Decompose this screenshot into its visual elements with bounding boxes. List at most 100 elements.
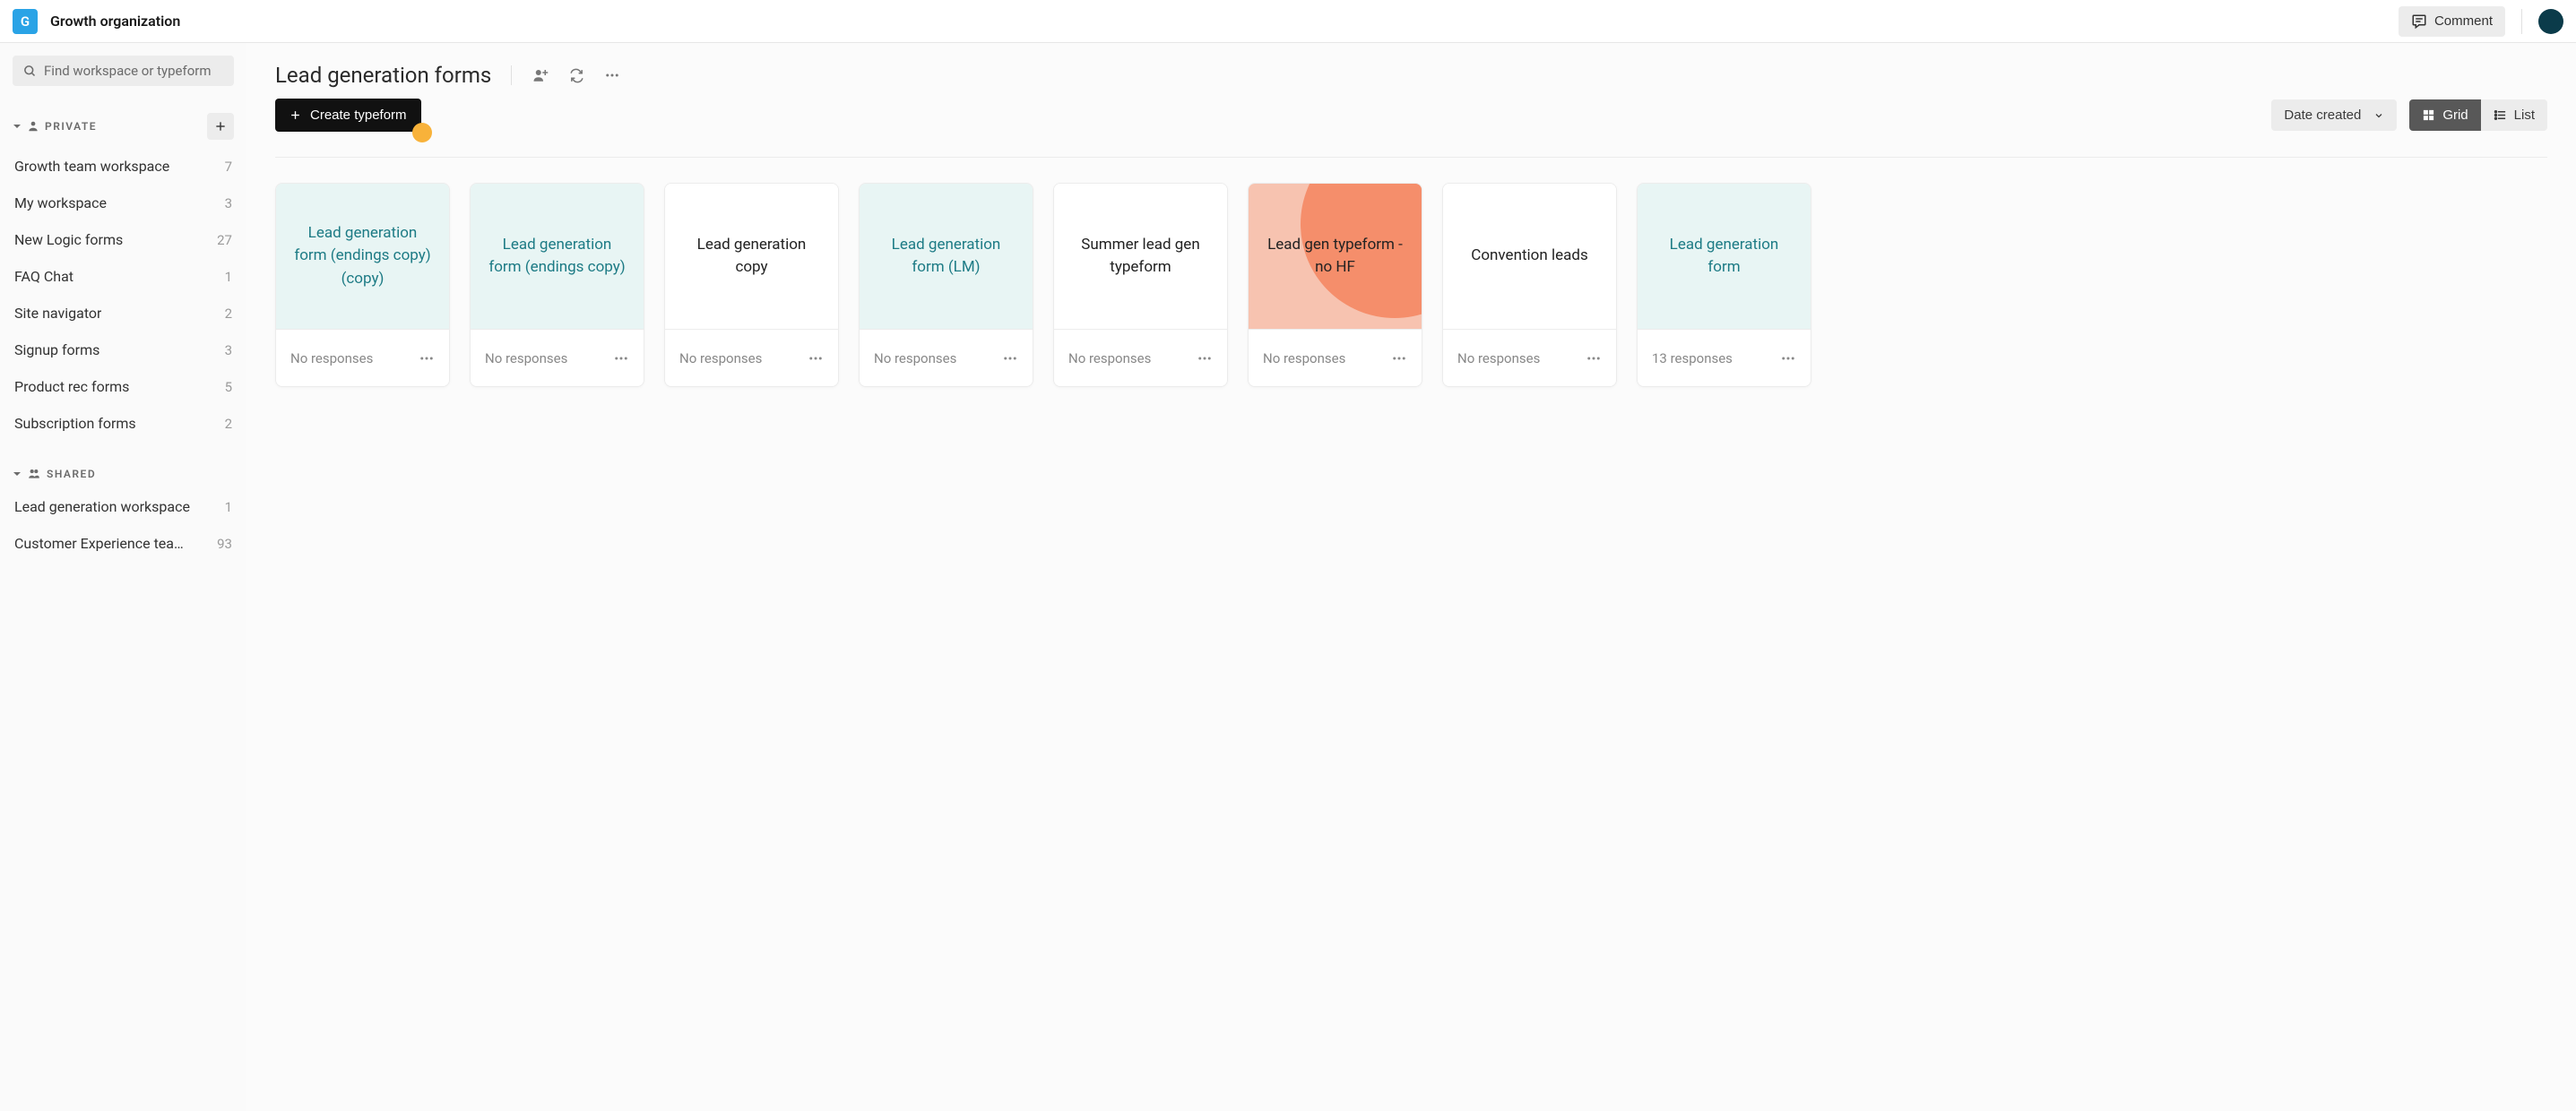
card-footer: No responses bbox=[860, 329, 1033, 386]
list-icon bbox=[2494, 108, 2507, 122]
card-preview: Lead generation form (endings copy) bbox=[471, 184, 644, 329]
sidebar-item-label: Growth team workspace bbox=[14, 158, 169, 175]
card-title: Lead gen typeform - no HF bbox=[1263, 234, 1407, 280]
people-icon bbox=[27, 468, 41, 480]
sidebar-section-label: Private bbox=[45, 120, 97, 133]
list-label: List bbox=[2514, 108, 2535, 123]
shared-workspace-list: Lead generation workspace 1 Customer Exper… bbox=[13, 489, 234, 561]
comment-icon bbox=[2411, 13, 2427, 30]
org-badge[interactable]: G bbox=[13, 9, 38, 34]
create-typeform-label: Create typeform bbox=[310, 108, 407, 123]
sidebar-item[interactable]: New Logic forms 27 bbox=[13, 222, 234, 257]
sidebar-item-label: My workspace bbox=[14, 194, 107, 211]
card-preview: Convention leads bbox=[1443, 184, 1616, 329]
card-title: Lead generation copy bbox=[679, 234, 824, 280]
sidebar-section-shared[interactable]: Shared bbox=[13, 468, 234, 480]
chevron-down-icon bbox=[2373, 110, 2384, 121]
card-menu-button[interactable] bbox=[1391, 350, 1407, 366]
person-icon bbox=[27, 120, 39, 133]
form-card[interactable]: Summer lead gen typeform No responses bbox=[1053, 183, 1228, 387]
plus-icon bbox=[214, 120, 227, 133]
sidebar-item[interactable]: Signup forms3 bbox=[13, 332, 234, 367]
sidebar-item[interactable]: Growth team workspace 7 bbox=[13, 149, 234, 184]
pulse-indicator bbox=[412, 123, 432, 142]
sidebar-item-label: Product rec forms bbox=[14, 378, 129, 395]
card-preview: Lead gen typeform - no HF bbox=[1249, 184, 1422, 329]
form-card[interactable]: Lead generation form (LM) No responses bbox=[859, 183, 1033, 387]
sidebar-item[interactable]: My workspace 3 bbox=[13, 185, 234, 220]
card-menu-button[interactable] bbox=[613, 350, 629, 366]
sidebar-item[interactable]: Site navigator2 bbox=[13, 296, 234, 331]
sidebar-item-count: 3 bbox=[225, 195, 232, 211]
divider bbox=[511, 65, 512, 85]
sidebar-item-count: 27 bbox=[217, 232, 232, 248]
comment-label: Comment bbox=[2434, 13, 2493, 29]
sidebar-item[interactable]: Customer Experience team …93 bbox=[13, 526, 234, 561]
sort-dropdown[interactable]: Date created bbox=[2271, 99, 2397, 131]
sidebar-item-count: 3 bbox=[225, 342, 232, 358]
card-preview: Lead generation form (endings copy) (cop… bbox=[276, 184, 449, 329]
sidebar-item-label: Site navigator bbox=[14, 305, 101, 322]
card-preview: Lead generation form bbox=[1638, 184, 1811, 329]
form-card[interactable]: Lead gen typeform - no HF No responses bbox=[1248, 183, 1422, 387]
sidebar-item-count: 1 bbox=[225, 499, 232, 515]
card-preview: Lead generation copy bbox=[665, 184, 838, 329]
card-menu-button[interactable] bbox=[419, 350, 435, 366]
create-typeform-button[interactable]: Create typeform bbox=[275, 99, 421, 132]
search-input[interactable]: Find workspace or typeform bbox=[13, 56, 234, 86]
card-responses: No responses bbox=[874, 350, 956, 366]
card-preview: Lead generation form (LM) bbox=[860, 184, 1033, 329]
refresh-icon[interactable] bbox=[569, 68, 584, 83]
form-card[interactable]: Lead generation form (endings copy) (cop… bbox=[275, 183, 450, 387]
card-title: Summer lead gen typeform bbox=[1068, 234, 1213, 280]
share-icon[interactable] bbox=[532, 67, 549, 83]
card-responses: 13 responses bbox=[1652, 350, 1733, 366]
more-icon[interactable] bbox=[604, 67, 620, 83]
card-responses: No responses bbox=[1457, 350, 1540, 366]
sidebar-item-label: Customer Experience team … bbox=[14, 535, 194, 552]
comment-button[interactable]: Comment bbox=[2399, 6, 2505, 37]
card-menu-button[interactable] bbox=[1780, 350, 1796, 366]
sidebar-item[interactable]: Lead generation workspace 1 bbox=[13, 489, 234, 524]
sidebar-item[interactable]: Product rec forms5 bbox=[13, 369, 234, 404]
card-menu-button[interactable] bbox=[1197, 350, 1213, 366]
sidebar-section-private[interactable]: Private bbox=[13, 113, 234, 140]
form-card[interactable]: Lead generation copy No responses bbox=[664, 183, 839, 387]
add-workspace-button[interactable] bbox=[207, 113, 234, 140]
sidebar-item-count: 2 bbox=[225, 416, 232, 432]
card-title: Lead generation form (LM) bbox=[874, 234, 1018, 280]
org-name[interactable]: Growth organization bbox=[50, 13, 180, 30]
avatar[interactable] bbox=[2538, 9, 2563, 34]
sidebar-item-label: Lead generation workspace bbox=[14, 498, 190, 515]
card-responses: No responses bbox=[290, 350, 373, 366]
divider bbox=[2521, 9, 2522, 34]
sidebar-item-count: 1 bbox=[225, 269, 232, 285]
card-responses: No responses bbox=[1068, 350, 1151, 366]
card-title: Lead generation form bbox=[1652, 234, 1796, 280]
view-toggle: Grid List bbox=[2409, 99, 2547, 131]
card-title: Lead generation form (endings copy) bbox=[485, 234, 629, 280]
sidebar-item[interactable]: FAQ Chat1 bbox=[13, 259, 234, 294]
list-view-button[interactable]: List bbox=[2481, 99, 2547, 131]
grid-icon bbox=[2422, 108, 2435, 122]
card-footer: No responses bbox=[1443, 329, 1616, 386]
grid-label: Grid bbox=[2442, 108, 2468, 123]
page-title: Lead generation forms bbox=[275, 63, 491, 88]
sidebar-item-count: 7 bbox=[225, 159, 232, 175]
sidebar-item[interactable]: Subscription forms 2 bbox=[13, 406, 234, 441]
card-menu-button[interactable] bbox=[808, 350, 824, 366]
sort-label: Date created bbox=[2284, 108, 2361, 123]
sidebar-item-label: New Logic forms bbox=[14, 231, 123, 248]
card-menu-button[interactable] bbox=[1586, 350, 1602, 366]
private-workspace-list: Growth team workspace 7 My workspace 3 New L… bbox=[13, 149, 234, 441]
card-menu-button[interactable] bbox=[1002, 350, 1018, 366]
card-footer: 13 responses bbox=[1638, 329, 1811, 386]
card-responses: No responses bbox=[679, 350, 762, 366]
card-responses: No responses bbox=[1263, 350, 1345, 366]
form-card[interactable]: Convention leads No responses bbox=[1442, 183, 1617, 387]
card-footer: No responses bbox=[471, 329, 644, 386]
form-card[interactable]: Lead generation form (endings copy) No re… bbox=[470, 183, 644, 387]
sidebar-item-label: Subscription forms bbox=[14, 415, 136, 432]
grid-view-button[interactable]: Grid bbox=[2409, 99, 2480, 131]
form-card[interactable]: Lead generation form 13 responses bbox=[1637, 183, 1811, 387]
